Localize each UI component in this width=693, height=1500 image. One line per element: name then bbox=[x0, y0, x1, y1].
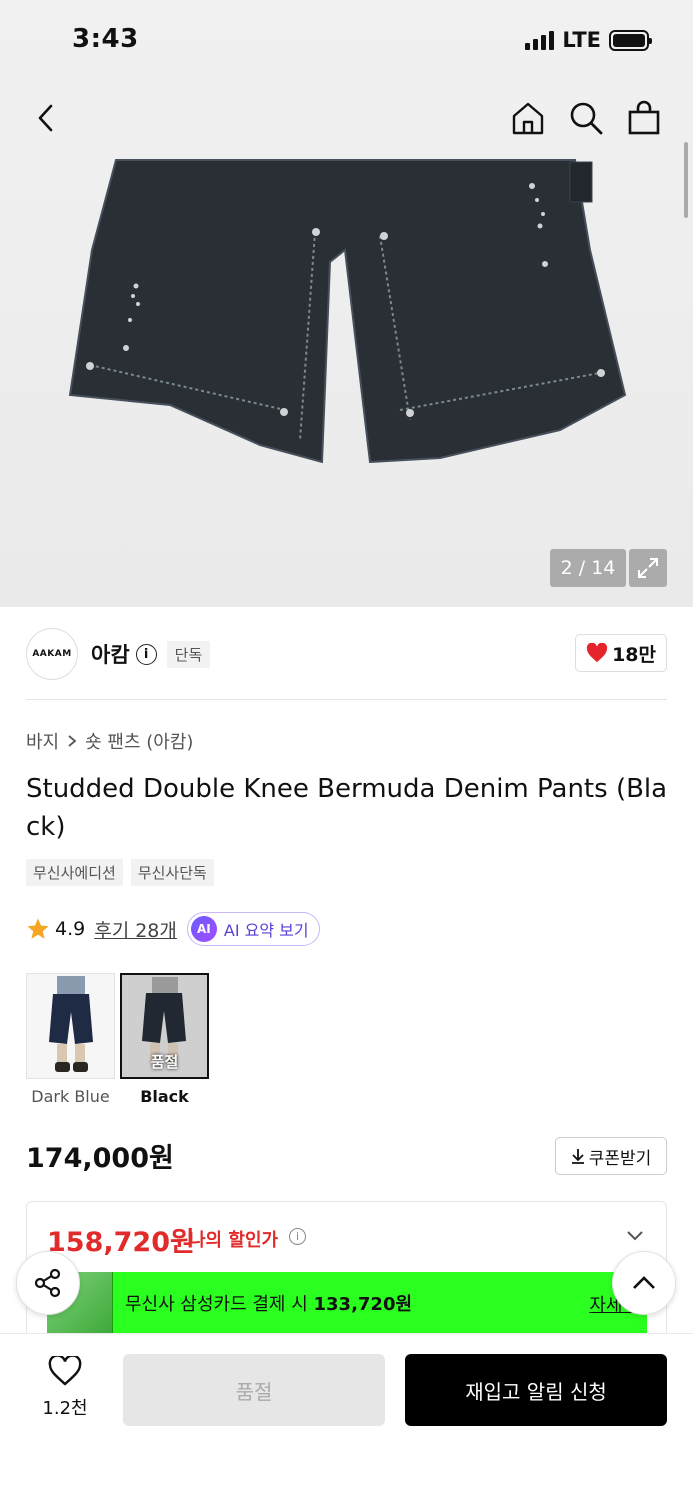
download-icon bbox=[571, 1149, 584, 1164]
promo-text: 무신사 삼성카드 결제 시 bbox=[125, 1294, 308, 1315]
brand-like-count: 18만 bbox=[612, 643, 656, 666]
scroll-indicator[interactable] bbox=[684, 142, 688, 218]
status-time: 3:43 bbox=[72, 24, 139, 54]
search-button[interactable] bbox=[564, 96, 608, 140]
divider bbox=[26, 699, 667, 700]
restock-alert-button[interactable]: 재입고 알림 신청 bbox=[405, 1354, 667, 1426]
my-price-label: 나의 할인가 bbox=[189, 1230, 279, 1251]
sold-out-button[interactable]: 품절 bbox=[123, 1354, 385, 1426]
signal-icon bbox=[525, 30, 555, 50]
coupon-button[interactable]: 쿠폰받기 bbox=[555, 1137, 667, 1175]
ai-summary-label: AI 요약 보기 bbox=[223, 921, 309, 940]
ai-summary-button[interactable]: AI AI 요약 보기 bbox=[186, 912, 320, 946]
heart-icon bbox=[586, 643, 608, 663]
rating-row: 4.9 후기 28개 AI AI 요약 보기 bbox=[26, 911, 320, 947]
promo-price: 133,720원 bbox=[313, 1294, 413, 1315]
breadcrumb-category[interactable]: 바지 bbox=[26, 728, 59, 754]
rating-score: 4.9 bbox=[55, 918, 86, 940]
coupon-label: 쿠폰받기 bbox=[588, 1148, 652, 1169]
chevron-down-icon[interactable] bbox=[626, 1230, 644, 1242]
promo-text-wrap: 무신사 삼성카드 결제 시 133,720원 bbox=[125, 1290, 412, 1316]
top-navigation bbox=[0, 88, 693, 148]
battery-icon bbox=[609, 29, 652, 51]
card-promo-banner[interactable]: 무신사 삼성카드 결제 시 133,720원 자세히 bbox=[47, 1272, 647, 1334]
network-label: LTE bbox=[562, 28, 601, 52]
wishlist-button[interactable]: 1.2천 bbox=[30, 1354, 100, 1420]
breadcrumb-subcategory[interactable]: 숏 팬츠 (아캄) bbox=[85, 728, 193, 754]
home-icon bbox=[512, 102, 544, 135]
home-button[interactable] bbox=[506, 96, 550, 140]
status-bar: 3:43 LTE bbox=[0, 0, 693, 80]
share-button[interactable] bbox=[16, 1251, 80, 1315]
product-price: 174,000원 bbox=[26, 1143, 174, 1174]
discount-panel[interactable]: 158,720원 나의 할인가 i 무신사 삼성카드 결제 시 133,720원… bbox=[26, 1201, 667, 1341]
product-tag: 무신사단독 bbox=[130, 859, 214, 886]
image-counter: 2 / 14 bbox=[550, 549, 626, 587]
heart-outline-icon bbox=[48, 1354, 82, 1386]
back-button[interactable] bbox=[24, 96, 68, 140]
breadcrumb: 바지 숏 팬츠 (아캄) bbox=[26, 728, 193, 754]
chevron-up-icon bbox=[633, 1276, 655, 1289]
chevron-left-icon bbox=[38, 104, 53, 132]
exclusive-tag: 단독 bbox=[166, 640, 211, 668]
review-link[interactable]: 후기 28개 bbox=[94, 916, 177, 943]
search-icon bbox=[570, 102, 603, 135]
option-black[interactable]: 품절 Black bbox=[120, 973, 209, 1106]
ai-icon: AI bbox=[190, 916, 217, 942]
expand-button[interactable] bbox=[629, 549, 667, 587]
product-tags: 무신사에디션 무신사단독 bbox=[26, 859, 214, 886]
brand-logo[interactable]: AAKAM bbox=[26, 628, 78, 680]
scroll-top-button[interactable] bbox=[612, 1251, 676, 1315]
sold-out-label: 품절 bbox=[150, 1053, 179, 1071]
option-thumbnail: 품절 bbox=[120, 973, 209, 1079]
bottom-action-bar: 1.2천 품절 재입고 알림 신청 bbox=[0, 1333, 693, 1500]
wishlist-count: 1.2천 bbox=[42, 1398, 88, 1419]
share-icon bbox=[34, 1268, 61, 1298]
cart-button[interactable] bbox=[622, 96, 666, 140]
option-label: Black bbox=[140, 1087, 189, 1106]
product-tag: 무신사에디션 bbox=[26, 859, 123, 886]
info-icon[interactable]: i bbox=[135, 643, 157, 665]
star-icon bbox=[27, 918, 49, 939]
my-price: 158,720원 bbox=[47, 1227, 195, 1258]
brand-like-button[interactable]: 18만 bbox=[575, 634, 667, 672]
option-thumbnail bbox=[26, 973, 115, 1079]
brand-name[interactable]: 아캄 bbox=[91, 639, 130, 669]
brand-row: AAKAM 아캄 i 단독 18만 bbox=[26, 628, 667, 680]
product-title: Studded Double Knee Bermuda Denim Pants … bbox=[26, 774, 668, 842]
expand-icon bbox=[638, 558, 658, 578]
info-icon[interactable]: i bbox=[289, 1228, 306, 1245]
option-dark-blue[interactable]: Dark Blue bbox=[26, 973, 115, 1106]
option-label: Dark Blue bbox=[31, 1087, 110, 1106]
shopping-bag-icon bbox=[628, 100, 660, 135]
chevron-right-icon bbox=[68, 735, 77, 747]
